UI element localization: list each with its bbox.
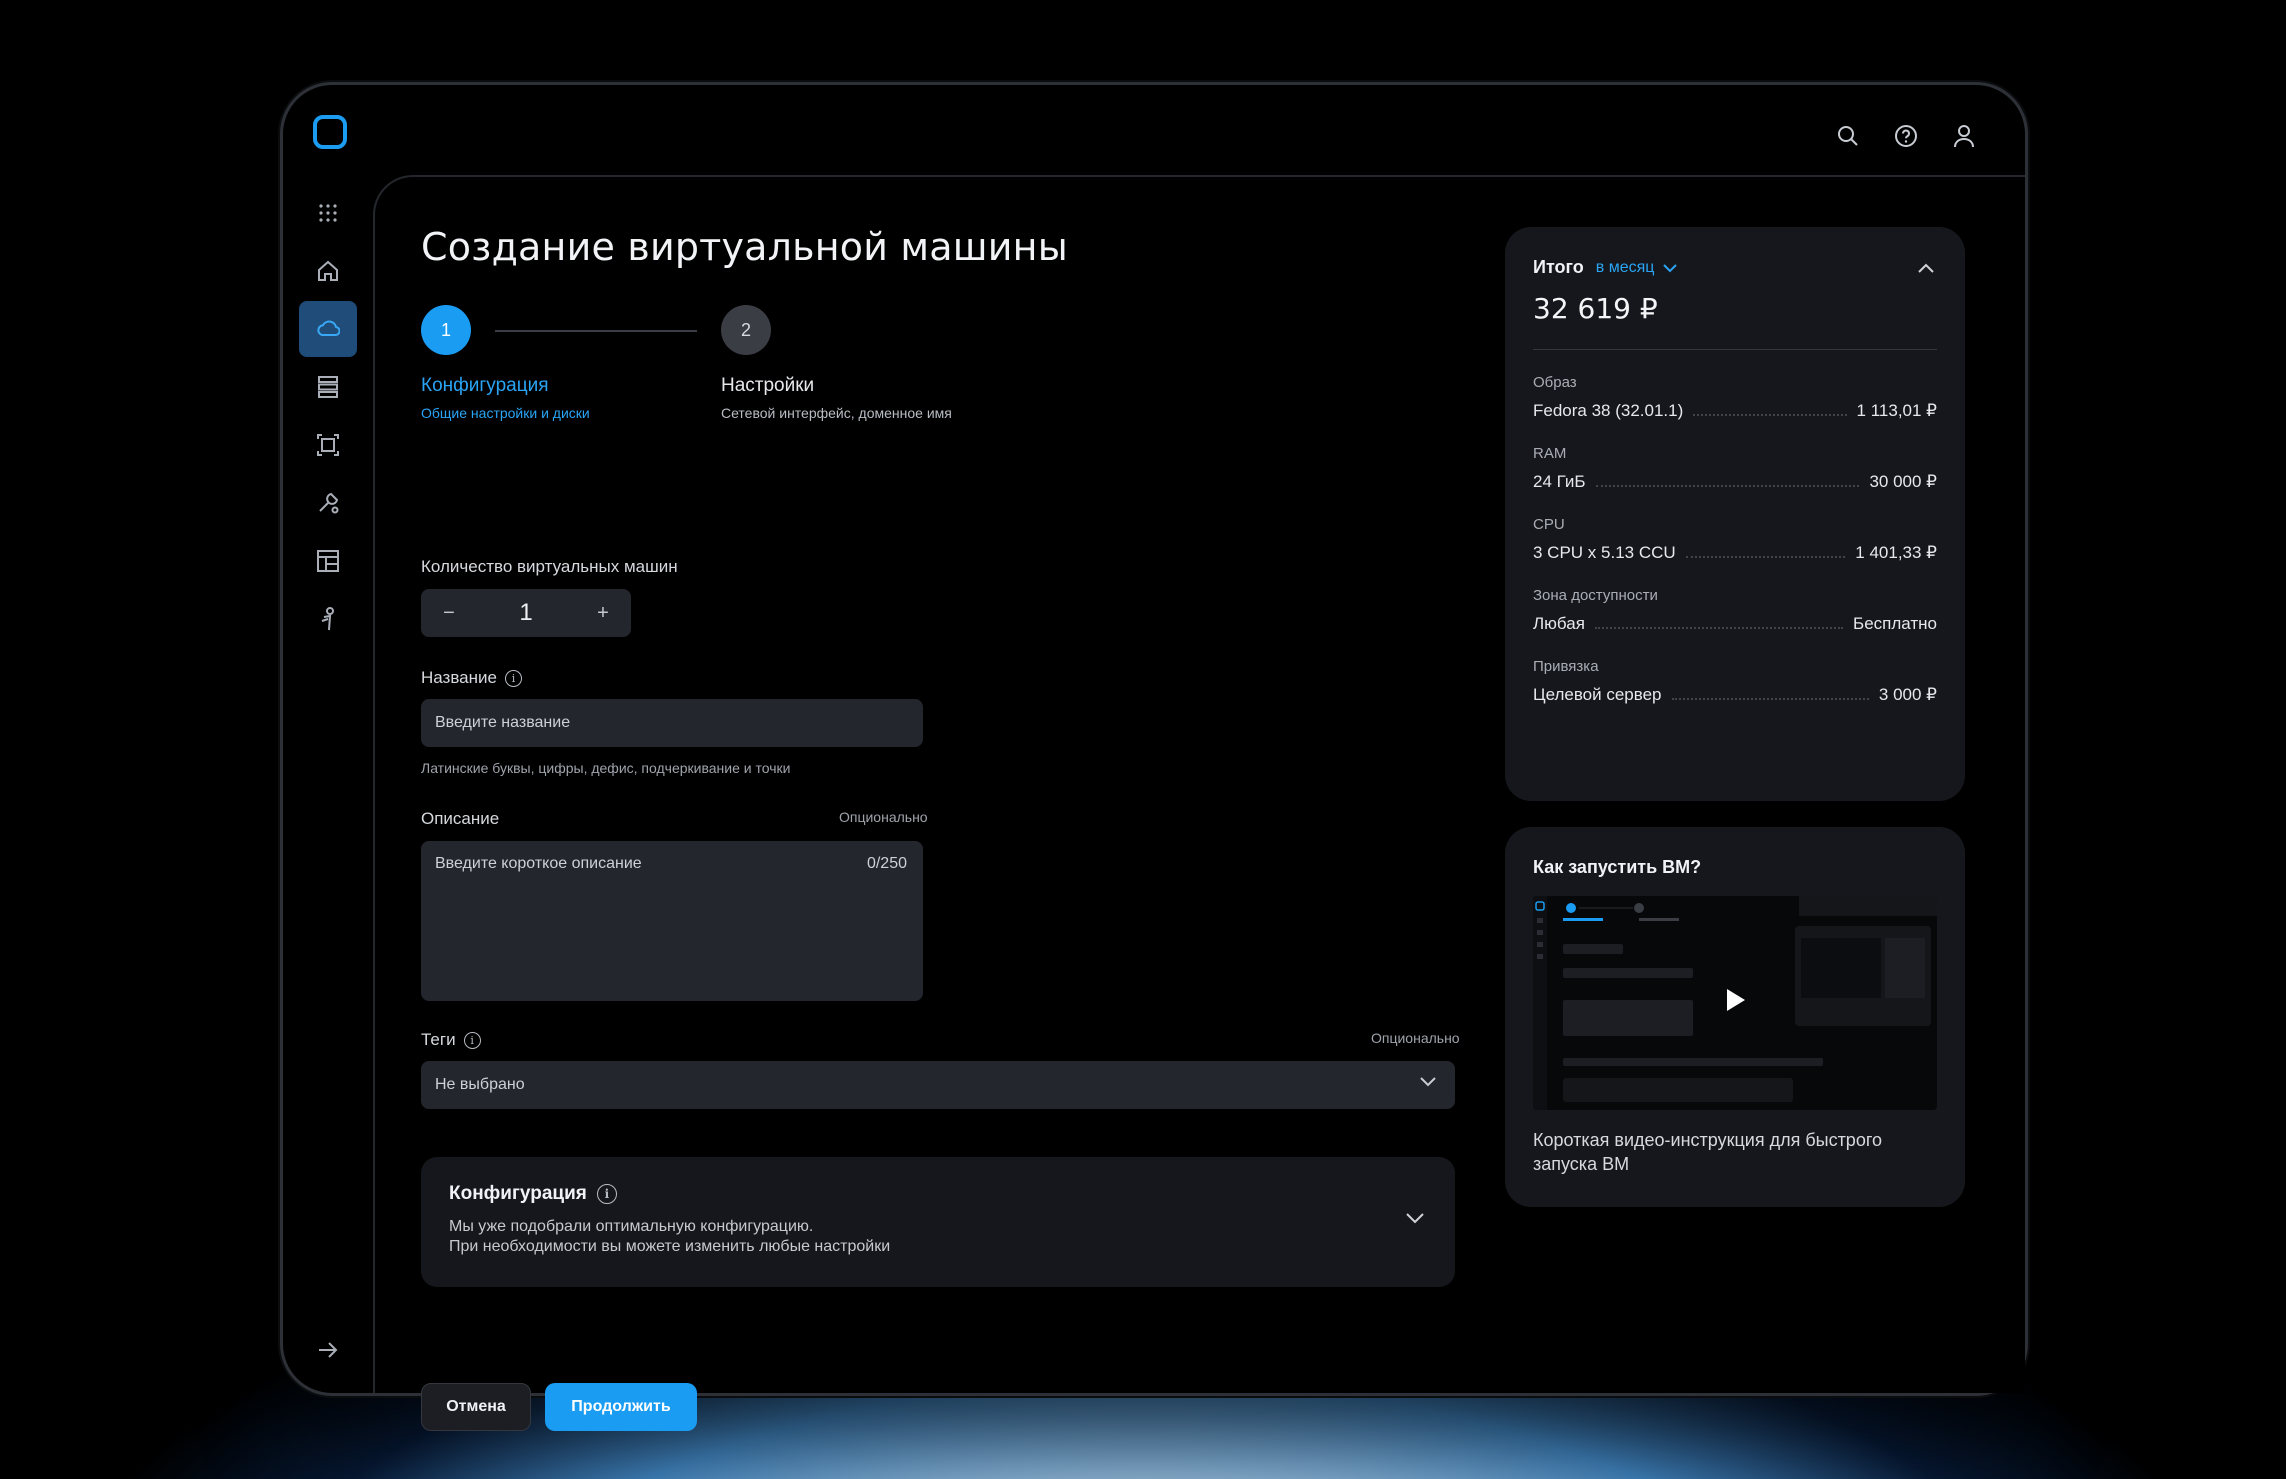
video-player[interactable] [1533,896,1937,1110]
person-icon[interactable] [299,591,357,647]
chevron-up-icon[interactable] [1917,261,1935,279]
user-icon[interactable] [1949,121,1979,151]
chevron-down-icon[interactable] [1405,1211,1425,1229]
search-icon[interactable] [1833,121,1863,151]
vm-count-stepper: − 1 + [421,589,631,637]
price-summary-card: Итого в месяц 32 619 ₽ Образ Fedora 38 (… [1505,227,1965,801]
vm-count-label: Количество виртуальных машин [421,557,678,576]
configuration-description: Мы уже подобрали оптимальную конфигураци… [449,1218,891,1255]
summary-label: Итого [1533,257,1584,277]
chevron-down-icon [1419,1075,1437,1093]
app-logo[interactable] [313,115,347,149]
video-caption: Короткая видео-инструкция для быстрого з… [1533,1130,1883,1174]
name-hint: Латинские буквы, цифры, дефис, подчеркив… [421,760,791,776]
description-label: Описание [421,809,500,828]
chevron-down-icon [1663,263,1678,272]
main-panel: Создание виртуальной машины 1 2 Конфигур… [373,175,2025,1431]
info-icon[interactable]: i [596,1184,617,1204]
storage-icon[interactable] [299,359,357,415]
video-tutorial-card: Как запустить ВМ? Короткая видео-инструк… [1505,827,1965,1207]
wizard-steps: 1 2 Конфигурация Общие настройки и диски… [421,305,1041,421]
summary-item: RAM 24 ГиБ 30 000 ₽ [1533,445,1937,491]
continue-button[interactable]: Продолжить [545,1383,697,1431]
tools-icon[interactable] [299,475,357,531]
tags-select[interactable]: Не выбрано [421,1061,1455,1109]
apps-grid-icon[interactable] [299,185,357,241]
step-1-indicator[interactable]: 1 [421,305,471,355]
tags-label: Теги i [421,1030,481,1050]
step-connector [495,330,697,332]
vm-count-value[interactable]: 1 [519,599,532,627]
step-1-subtitle: Общие настройки и диски [421,405,590,421]
step-2-subtitle: Сетевой интерфейс, доменное имя [721,405,952,421]
cloud-icon[interactable] [299,301,357,357]
home-icon[interactable] [299,243,357,299]
help-icon[interactable] [1891,121,1921,151]
decrement-button[interactable]: − [439,602,459,625]
summary-item: Привязка Целевой сервер 3 000 ₽ [1533,658,1937,704]
arrow-right-icon[interactable] [313,1335,343,1365]
tags-select-value: Не выбрано [435,1076,525,1093]
layout-icon[interactable] [299,533,357,589]
name-input[interactable]: Введите название [421,699,923,747]
name-label: Название i [421,668,522,688]
summary-item: Образ Fedora 38 (32.01.1) 1 113,01 ₽ [1533,374,1937,420]
app-window: Создание виртуальной машины 1 2 Конфигур… [280,82,2028,1431]
description-optional: Опционально [839,809,928,825]
step-1-label[interactable]: Конфигурация [421,375,549,397]
summary-total: 32 619 ₽ [1533,292,1658,325]
summary-item: Зона доступности Любая Бесплатно [1533,587,1937,633]
description-textarea[interactable]: Введите короткое описание 0/250 [421,841,923,1001]
step-2-indicator[interactable]: 2 [721,305,771,355]
period-select[interactable]: в месяц [1596,259,1679,277]
video-title: Как запустить ВМ? [1533,857,1702,877]
frame-icon[interactable] [299,417,357,473]
char-counter: 0/250 [866,855,907,872]
video-thumbnail [1533,896,1937,1110]
configuration-card[interactable]: Конфигурация i Мы уже подобрали оптималь… [421,1157,1455,1287]
summary-item: CPU 3 CPU x 5.13 CCU 1 401,33 ₽ [1533,516,1937,562]
increment-button[interactable]: + [593,602,613,625]
configuration-title: Конфигурация i [449,1183,1427,1205]
info-icon[interactable]: i [463,1031,481,1049]
top-toolbar [1833,121,1979,151]
step-2-label[interactable]: Настройки [721,375,814,397]
description-placeholder: Введите короткое описание [435,855,642,872]
info-icon[interactable]: i [504,669,522,687]
summary-header: Итого в месяц [1533,257,1937,278]
cancel-button[interactable]: Отмена [421,1383,531,1431]
tags-optional: Опционально [1371,1030,1460,1046]
page-title: Создание виртуальной машины [421,225,1068,269]
sidebar [299,185,359,649]
divider [1533,349,1937,350]
